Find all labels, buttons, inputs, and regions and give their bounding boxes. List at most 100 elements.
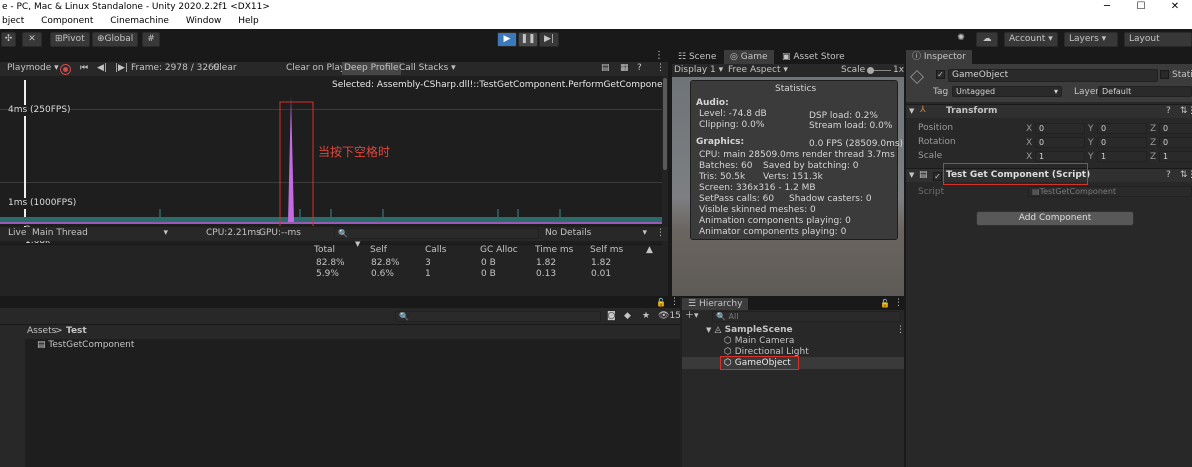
thread-dropdown[interactable]: Main Thread ▾: [32, 228, 168, 239]
details-search-input[interactable]: 🔍: [334, 228, 539, 239]
clear-on-play-button[interactable]: Clear on Play: [286, 63, 345, 74]
breadcrumb-assets[interactable]: Assets: [27, 326, 56, 337]
component-help-icon[interactable]: ?: [1166, 106, 1171, 117]
project-menu-icon[interactable]: ⋮: [670, 297, 679, 308]
tab-asset-store[interactable]: ▣ Asset Store: [776, 50, 851, 64]
col-total[interactable]: Total: [314, 245, 335, 256]
cloud-icon[interactable]: ☁: [976, 32, 998, 47]
tab-scene[interactable]: ☷ Scene: [672, 50, 722, 64]
next-frame-icon[interactable]: |▶|: [115, 63, 128, 74]
first-frame-icon[interactable]: ⏮: [80, 63, 88, 74]
pos-z-field[interactable]: 0: [1159, 123, 1192, 134]
details-view-dropdown[interactable]: No Details ▾: [545, 228, 647, 239]
save-icon[interactable]: ▤: [601, 63, 610, 74]
create-dropdown[interactable]: ＋▾: [685, 311, 699, 322]
col-self-ms[interactable]: Self ms: [590, 245, 623, 256]
account-dropdown[interactable]: Account ▾: [1004, 32, 1058, 47]
filter-label-icon[interactable]: ◆: [624, 311, 631, 322]
foldout-arrow-icon[interactable]: ▼: [909, 170, 914, 181]
display-dropdown[interactable]: Display 1 ▾: [674, 65, 723, 76]
scene-row[interactable]: ▼ ◬ SampleScene: [706, 325, 793, 336]
rot-x-field[interactable]: 0: [1035, 137, 1085, 148]
component-enabled-checkbox[interactable]: ✓: [933, 172, 942, 181]
list-item[interactable]: ⬡ Main Camera: [724, 336, 794, 347]
help-icon[interactable]: ?: [637, 63, 642, 74]
col-calls[interactable]: Calls: [425, 245, 447, 256]
menu-help[interactable]: Help: [238, 16, 259, 26]
live-toggle[interactable]: Live: [8, 228, 26, 239]
hierarchy-search-input[interactable]: 🔍 All: [712, 311, 901, 322]
menu-cinemachine[interactable]: Cinemachine: [110, 16, 169, 26]
hierarchy-menu-icon[interactable]: ⋮: [894, 298, 903, 309]
layout-dropdown[interactable]: Layout: [1124, 32, 1192, 47]
load-icon[interactable]: ▦: [620, 63, 629, 74]
call-stacks-dropdown[interactable]: Call Stacks ▾: [399, 63, 456, 74]
tab-inspector[interactable]: ⓘ Inspector: [906, 50, 972, 64]
static-label: Static: [1172, 70, 1192, 80]
list-item[interactable]: ▤ TestGetComponent: [37, 340, 134, 351]
col-self[interactable]: Self: [370, 245, 387, 256]
tab-game[interactable]: ◎ Game: [724, 50, 774, 64]
add-component-button[interactable]: Add Component: [976, 211, 1134, 226]
collab-icon[interactable]: ✺: [952, 32, 970, 47]
record-button[interactable]: [60, 64, 71, 75]
col-time-ms[interactable]: Time ms: [535, 245, 573, 256]
column-options-icon[interactable]: ▲: [646, 245, 653, 256]
rot-z-field[interactable]: 0: [1159, 137, 1192, 148]
tools-icon[interactable]: ✕: [22, 32, 42, 47]
details-menu-icon[interactable]: ⋮: [656, 228, 665, 239]
more-options-icon[interactable]: ⋮: [654, 50, 664, 61]
layer-dropdown[interactable]: Default: [1098, 86, 1192, 97]
lock-icon[interactable]: 🔓: [880, 298, 890, 309]
global-button[interactable]: ⊕Global: [92, 32, 139, 47]
tag-dropdown[interactable]: Untagged ▾: [952, 86, 1062, 97]
aspect-dropdown[interactable]: Free Aspect ▾: [728, 65, 788, 76]
pos-y-field[interactable]: 0: [1097, 123, 1147, 134]
scene-menu-icon[interactable]: ⋮: [896, 325, 905, 336]
close-icon[interactable]: ✕: [1158, 0, 1192, 14]
scl-y-field[interactable]: 1: [1097, 151, 1147, 162]
static-checkbox[interactable]: [1160, 70, 1169, 79]
menu-icon[interactable]: ⋮: [656, 63, 665, 74]
component-menu-icon[interactable]: ⋮: [1187, 170, 1192, 181]
hidden-count-icon[interactable]: 👁15: [658, 311, 681, 322]
transform-header[interactable]: ▼ ⅄ Transform ? ⇅ ⋮: [906, 104, 1192, 118]
rot-y-field[interactable]: 0: [1097, 137, 1147, 148]
lock-icon[interactable]: 🔓: [656, 297, 666, 308]
breadcrumb-test[interactable]: Test: [66, 326, 87, 337]
filter-type-icon[interactable]: ◙: [607, 311, 616, 322]
name-field[interactable]: GameObject: [948, 69, 1158, 82]
foldout-arrow-icon[interactable]: ▼: [909, 106, 914, 117]
step-button[interactable]: ▶|: [539, 32, 559, 47]
cpu-usage-graph[interactable]: 4ms (250FPS) 1ms (1000FPS) Selected: Ass…: [0, 76, 685, 226]
menu-gameobject[interactable]: bject: [2, 16, 24, 26]
layers-dropdown[interactable]: Layers ▾: [1064, 32, 1118, 47]
play-button[interactable]: ▶: [497, 32, 517, 47]
active-checkbox[interactable]: ✓: [936, 70, 945, 79]
scl-x-field[interactable]: 1: [1035, 151, 1085, 162]
project-search-input[interactable]: 🔍: [395, 311, 601, 322]
component-help-icon[interactable]: ?: [1166, 170, 1171, 181]
col-gc-alloc[interactable]: GC Alloc: [480, 245, 518, 256]
prev-frame-icon[interactable]: ◀|: [97, 63, 107, 74]
pos-x-field[interactable]: 0: [1035, 123, 1085, 134]
pause-button[interactable]: ❚❚: [518, 32, 538, 47]
clear-button[interactable]: Clear: [213, 63, 237, 74]
table-row[interactable]: 5.9% 0.6% 1 0 B 0.13 0.01: [0, 269, 662, 281]
hand-tool-icon[interactable]: ✣: [1, 32, 16, 47]
maximize-icon[interactable]: ☐: [1124, 0, 1158, 14]
foldout-arrow-icon[interactable]: ▼: [706, 326, 711, 334]
tab-hierarchy[interactable]: ☰ Hierarchy: [682, 298, 749, 310]
pivot-button[interactable]: ⊞Pivot: [50, 32, 90, 47]
script-value: TestGetComponent: [1039, 187, 1117, 196]
component-menu-icon[interactable]: ⋮: [1187, 106, 1192, 117]
scale-slider[interactable]: [867, 67, 891, 74]
playmode-dropdown[interactable]: Playmode ▾: [7, 63, 59, 74]
deep-profile-button[interactable]: Deep Profile: [342, 62, 401, 75]
minimize-icon[interactable]: ─: [1090, 0, 1124, 14]
grid-snap-icon[interactable]: #: [142, 32, 160, 47]
menu-component[interactable]: Component: [41, 16, 93, 26]
scl-z-field[interactable]: 1: [1159, 151, 1192, 162]
favorite-icon[interactable]: ★: [642, 311, 650, 322]
menu-window[interactable]: Window: [186, 16, 222, 26]
